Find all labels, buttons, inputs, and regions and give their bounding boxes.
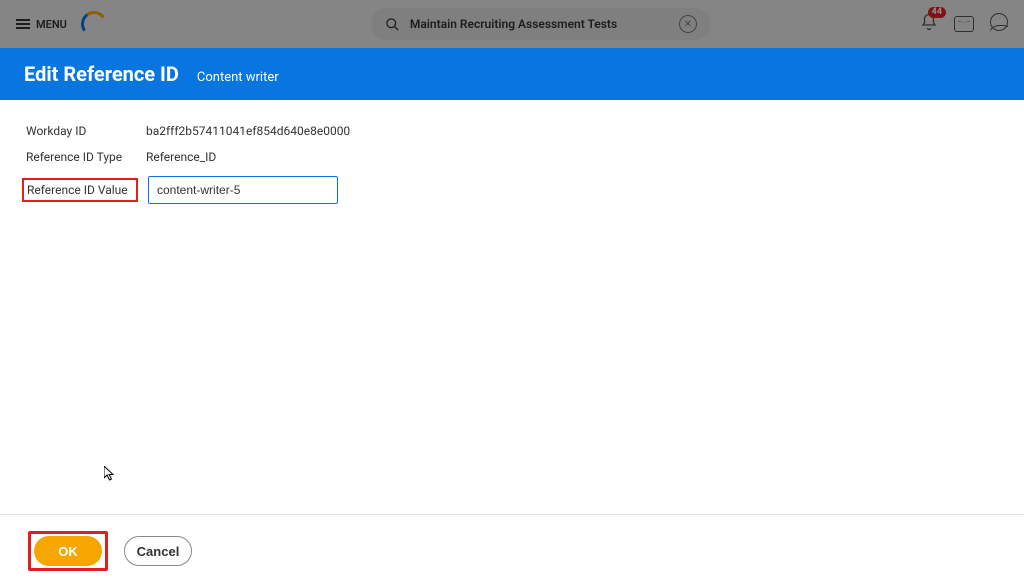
- app-header: MENU Maintain Recruiting Assessment Test…: [0, 0, 1024, 48]
- search-icon: [385, 17, 400, 32]
- reference-id-value-label: Reference ID Value: [22, 178, 138, 202]
- hamburger-icon: [16, 19, 30, 29]
- cancel-button[interactable]: Cancel: [124, 536, 192, 566]
- modal-footer: OK Cancel: [0, 514, 1024, 587]
- ok-button-highlight: OK: [28, 531, 108, 571]
- search-text: Maintain Recruiting Assessment Tests: [410, 17, 669, 31]
- profile-button[interactable]: [990, 13, 1008, 35]
- workday-id-value: ba2fff2b57411041ef854d640e8e0000: [146, 124, 350, 138]
- reference-id-type-label: Reference ID Type: [26, 150, 136, 164]
- modal-title: Edit Reference ID: [24, 62, 179, 86]
- inbox-icon: [954, 16, 974, 32]
- notifications-button[interactable]: 44: [920, 13, 938, 35]
- field-reference-id-value: Reference ID Value: [26, 176, 998, 204]
- modal-body: Workday ID ba2fff2b57411041ef854d640e8e0…: [0, 100, 1024, 514]
- edit-reference-id-modal: Edit Reference ID Content writer Workday…: [0, 48, 1024, 587]
- modal-subtitle: Content writer: [197, 70, 279, 85]
- header-icons: 44: [920, 13, 1008, 35]
- ok-button[interactable]: OK: [34, 536, 102, 566]
- menu-label: MENU: [36, 18, 67, 31]
- search-clear-icon[interactable]: ✕: [679, 15, 697, 33]
- person-icon: [990, 13, 1008, 31]
- inbox-button[interactable]: [954, 16, 974, 32]
- field-workday-id: Workday ID ba2fff2b57411041ef854d640e8e0…: [26, 124, 998, 138]
- notification-badge: 44: [928, 7, 946, 18]
- search-box[interactable]: Maintain Recruiting Assessment Tests ✕: [371, 8, 711, 40]
- reference-id-type-value: Reference_ID: [146, 150, 216, 164]
- modal-header: Edit Reference ID Content writer: [0, 48, 1024, 100]
- field-reference-id-type: Reference ID Type Reference_ID: [26, 150, 998, 164]
- reference-id-value-input[interactable]: [148, 176, 338, 204]
- menu-button[interactable]: MENU: [16, 18, 67, 31]
- workday-id-label: Workday ID: [26, 124, 136, 138]
- logo-icon: [79, 9, 109, 39]
